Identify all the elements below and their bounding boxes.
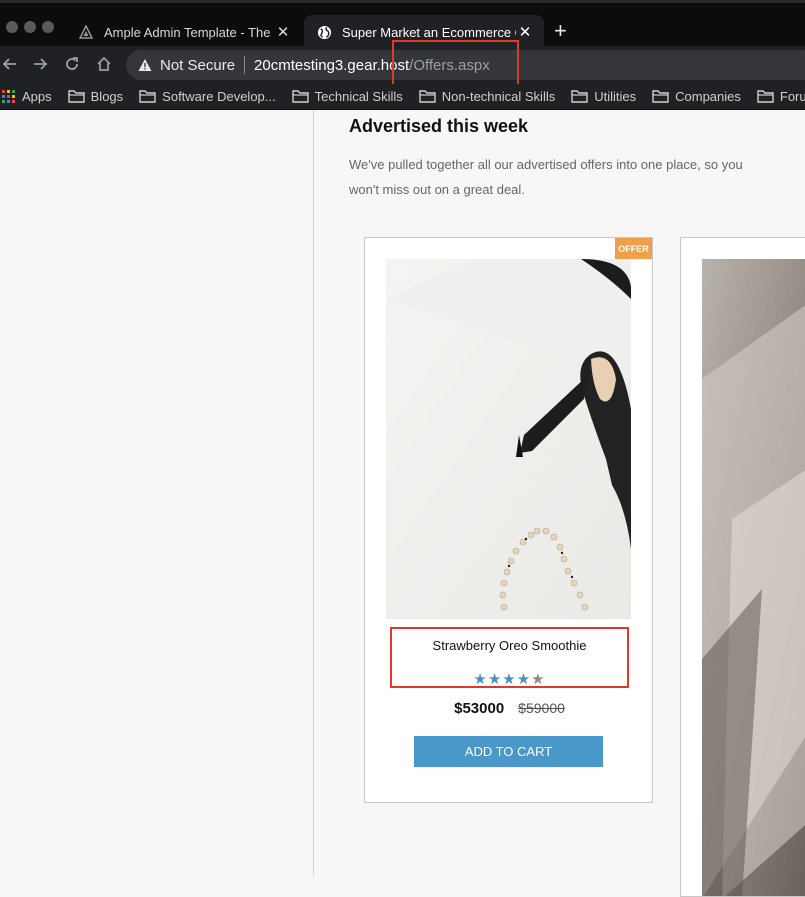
minimize-window-button[interactable] xyxy=(24,21,36,33)
add-to-cart-button[interactable]: ADD TO CART xyxy=(414,736,603,767)
star-filled-icon: ★ xyxy=(473,671,488,688)
product-image[interactable] xyxy=(386,259,631,619)
folder-icon xyxy=(652,90,669,103)
product-card[interactable]: OFFER Strawberry Oreo Smoothie ★★★★★ $53… xyxy=(364,237,653,803)
maximize-window-button[interactable] xyxy=(42,21,54,33)
star-filled-icon: ★ xyxy=(516,671,532,688)
bookmark-non-technical-skills[interactable]: Non-technical Skills xyxy=(419,89,555,104)
folder-icon xyxy=(757,90,774,103)
tab-title: Ample Admin Template - The U xyxy=(104,24,274,40)
forward-arrow-icon[interactable] xyxy=(28,52,52,76)
new-tab-button[interactable]: + xyxy=(554,17,567,45)
bookmark-label: Foru xyxy=(779,89,805,104)
close-window-button[interactable] xyxy=(6,21,18,33)
bookmark-label: Companies xyxy=(675,89,741,104)
section-title: Advertised this week xyxy=(349,116,529,136)
price-row: $53000 $59000 xyxy=(365,700,654,718)
bookmarks-bar: Apps Blogs Software Develop... Technical… xyxy=(0,84,805,110)
bookmark-utilities[interactable]: Utilities xyxy=(571,89,636,104)
current-price: $53000 xyxy=(454,700,505,717)
product-card[interactable] xyxy=(680,237,805,897)
folder-icon xyxy=(67,90,85,103)
bookmark-label: Utilities xyxy=(594,89,637,104)
globe-icon xyxy=(316,24,332,40)
bookmark-blogs[interactable]: Blogs xyxy=(67,89,124,104)
bookmark-apps[interactable]: Apps xyxy=(2,89,52,104)
close-tab-icon[interactable]: ✕ xyxy=(274,23,292,41)
folder-icon xyxy=(139,90,156,103)
bookmark-label: Blogs xyxy=(90,89,124,104)
star-rating: ★★★★★ xyxy=(365,670,654,688)
sidebar-divider xyxy=(313,110,314,876)
bookmark-software-develop[interactable]: Software Develop... xyxy=(139,89,276,104)
tab-ample-admin[interactable]: Ample Admin Template - The U ✕ xyxy=(66,15,302,49)
tab-super-market[interactable]: Super Market an Ecommerce O ✕ xyxy=(304,15,544,49)
warning-icon[interactable] xyxy=(138,58,152,72)
product-name[interactable]: Strawberry Oreo Smoothie xyxy=(365,638,654,653)
address-bar[interactable]: Not Secure 20cmtesting3.gear.host/Offers… xyxy=(126,50,805,80)
old-price: $59000 xyxy=(518,700,565,716)
reload-icon[interactable] xyxy=(60,52,84,76)
star-empty-icon: ★ xyxy=(531,671,546,688)
offer-badge: OFFER xyxy=(615,238,652,259)
address-divider xyxy=(244,56,246,74)
tab-title: Super Market an Ecommerce O xyxy=(342,24,516,40)
section-description: We've pulled together all our advertised… xyxy=(349,157,743,197)
product-image[interactable] xyxy=(702,259,805,896)
close-tab-icon[interactable]: ✕ xyxy=(516,23,534,41)
back-arrow-icon[interactable] xyxy=(0,52,22,76)
bookmark-companies[interactable]: Companies xyxy=(652,89,741,104)
bookmark-technical-skills[interactable]: Technical Skills xyxy=(291,89,403,104)
star-filled-icon: ★ xyxy=(487,671,503,688)
browser-toolbar: Not Secure 20cmtesting3.gear.host/Offers… xyxy=(0,46,805,84)
folder-icon xyxy=(571,90,588,103)
browser-titlebar: Ample Admin Template - The U ✕ Super Mar… xyxy=(0,0,805,49)
page-content: Advertised this week We've pulled togeth… xyxy=(0,110,805,897)
home-icon[interactable] xyxy=(92,52,116,76)
bookmark-label: Apps xyxy=(22,89,52,104)
url-path: /Offers.aspx xyxy=(409,56,490,74)
ample-logo-icon xyxy=(78,24,94,40)
folder-icon xyxy=(291,90,309,103)
folder-icon xyxy=(419,90,436,103)
star-filled-icon: ★ xyxy=(502,671,517,688)
bookmark-label: Non-technical Skills xyxy=(441,89,556,104)
bookmark-label: Software Develop... xyxy=(162,89,276,104)
apps-grid-icon xyxy=(2,89,15,103)
url-host: 20cmtesting3.gear.host xyxy=(254,56,410,74)
security-label[interactable]: Not Secure xyxy=(160,57,235,74)
bookmark-label: Technical Skills xyxy=(314,89,403,104)
bookmark-foru[interactable]: Foru xyxy=(757,89,805,104)
